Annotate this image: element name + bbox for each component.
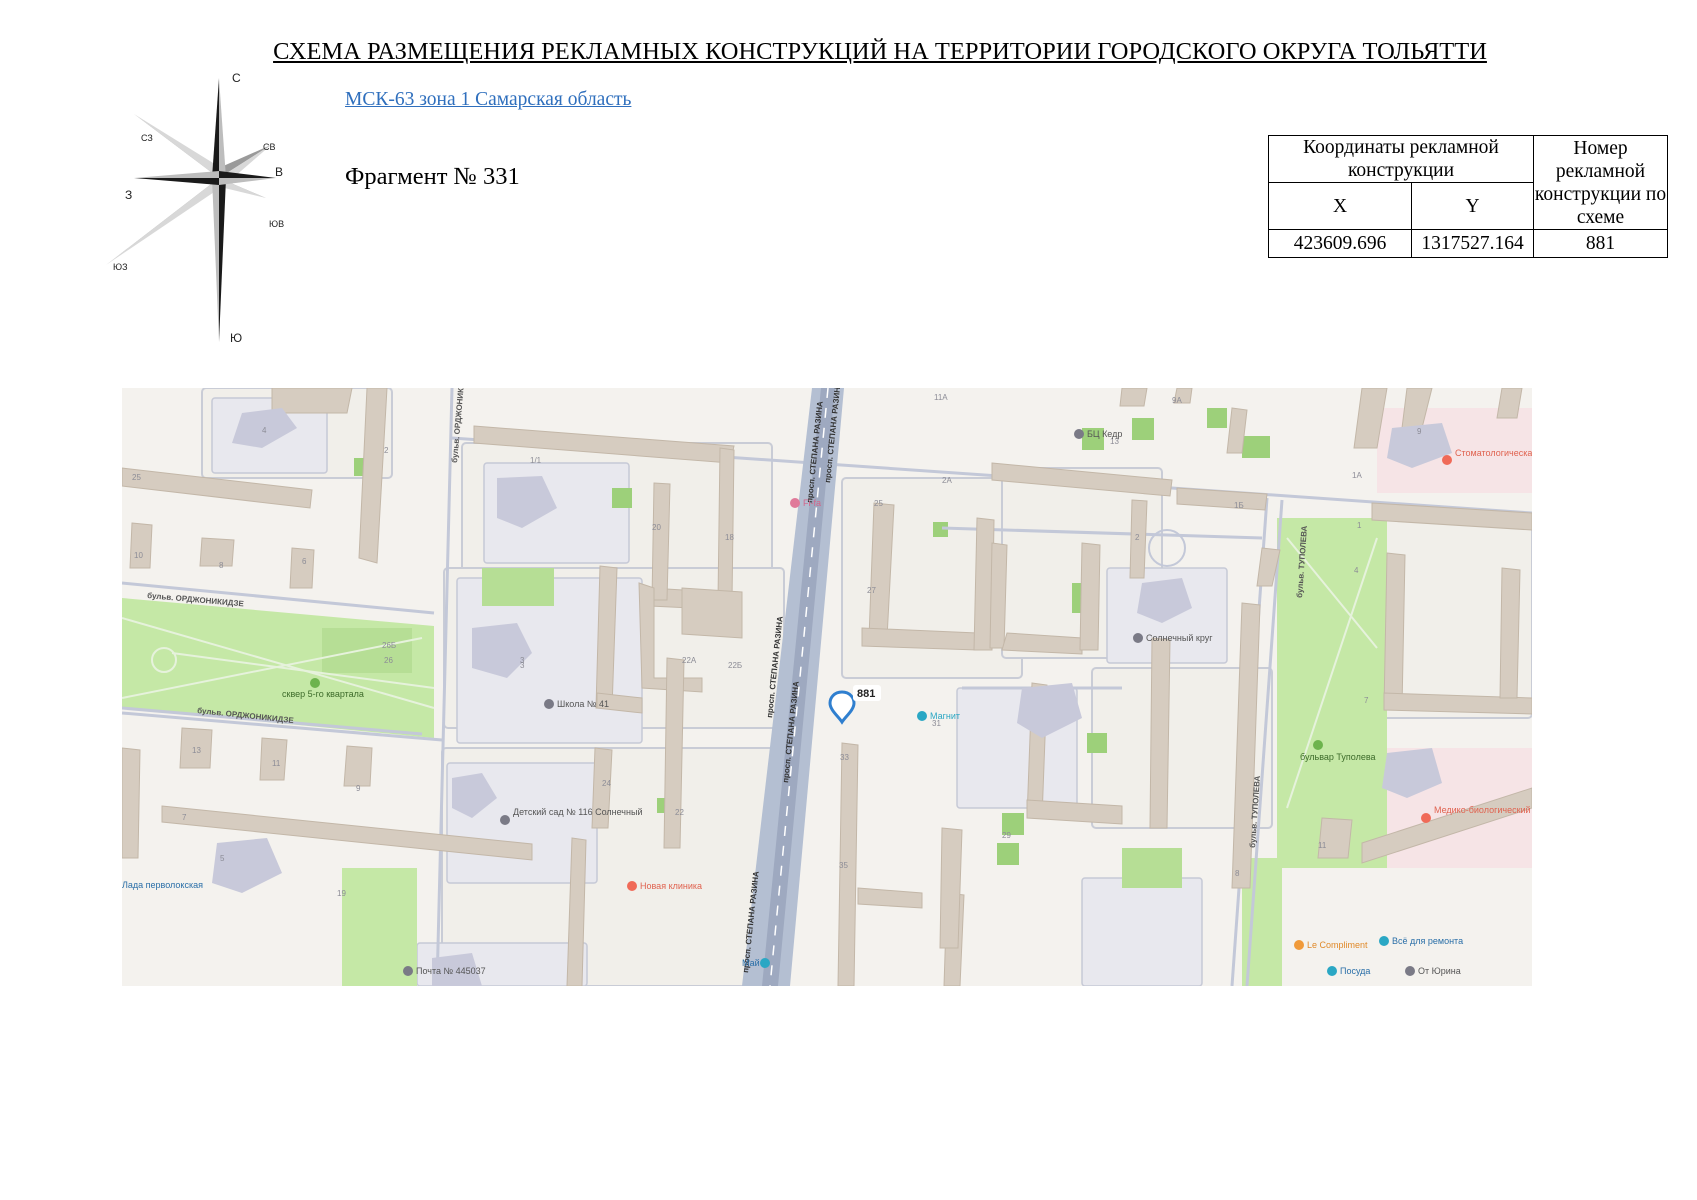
house-number: 29: [1002, 831, 1011, 840]
house-number: 11: [1318, 841, 1327, 850]
compass-rose-icon: С Ю В З СВ СЗ ЮВ ЮЗ: [106, 71, 284, 345]
house-number: 1А: [1352, 471, 1362, 480]
house-number: 22Б: [728, 661, 742, 670]
house-number: 7: [182, 813, 187, 822]
col-x-header: X: [1268, 182, 1412, 230]
poi-le-compliment: Le Compliment: [1307, 940, 1368, 950]
house-number: 25: [874, 499, 883, 508]
marker-label: 881: [857, 688, 875, 700]
compass-n-label: С: [232, 71, 241, 85]
compass-sw-label: ЮЗ: [113, 262, 128, 272]
house-number: 13: [192, 746, 201, 755]
cell-number: 881: [1533, 229, 1668, 258]
poi-school: Школа № 41: [557, 699, 609, 709]
poi-vse-dlya-remonta: Всё для ремонта: [1392, 936, 1463, 946]
poi-medbio: Медико-биологический центр: [1434, 805, 1532, 815]
poi-novaya-klinika: Новая клиника: [640, 881, 702, 891]
house-number: 2А: [942, 476, 952, 485]
poi-posuda: Посуда: [1340, 966, 1370, 976]
poi-fifa: Fi-fa: [803, 498, 821, 508]
house-number: 4: [1354, 566, 1359, 575]
cell-x: 423609.696: [1268, 229, 1412, 258]
crs-link[interactable]: МСК-63 зона 1 Самарская область: [345, 89, 631, 111]
compass-ne-label: СВ: [263, 142, 276, 152]
poi-ot-yurina: От Юрина: [1418, 966, 1461, 976]
house-number: 1Б: [1234, 501, 1244, 510]
house-number: 35: [839, 861, 848, 870]
compass-s-label: Ю: [230, 331, 242, 345]
poi-magnit: Магнит: [930, 711, 960, 721]
compass-nw-label: СЗ: [141, 133, 153, 143]
house-number: 25: [132, 473, 141, 482]
coordinates-table: Координаты рекламной конструкции Номер р…: [1268, 135, 1668, 258]
house-number: 22: [675, 808, 684, 817]
house-number: 24: [602, 779, 611, 788]
house-number: 3: [520, 656, 525, 665]
poi-skver: сквер 5-го квартала: [282, 689, 364, 699]
house-number: 11: [272, 759, 281, 768]
house-number: 7: [1364, 696, 1369, 705]
page-title: СХЕМА РАЗМЕЩЕНИЯ РЕКЛАМНЫХ КОНСТРУКЦИЙ Н…: [273, 38, 1487, 65]
house-number: 9А: [1172, 396, 1182, 405]
house-number: 2: [1135, 533, 1140, 542]
house-number: 26Б: [382, 641, 396, 650]
house-number: 1: [1357, 521, 1362, 530]
house-number: 4: [262, 426, 267, 435]
poi-lada: Лада перволокская: [122, 880, 203, 890]
map-canvas: 425108 621/1201822А22Б3131197519242226Б26…: [122, 388, 1532, 986]
house-number: 5: [220, 854, 225, 863]
number-header: Номер рекламной конструкции по схеме: [1533, 135, 1668, 230]
col-y-header: Y: [1411, 182, 1534, 230]
house-number: 19: [337, 889, 346, 898]
house-number: 18: [725, 533, 734, 542]
poi-bulvar-tupoleva: бульвар Туполева: [1300, 752, 1376, 762]
house-number: 27: [867, 586, 876, 595]
poi-bc-kedr: БЦ Кедр: [1087, 429, 1122, 439]
poi-solnechny-krug: Солнечный круг: [1146, 633, 1213, 643]
map-fragment[interactable]: 4 25 10 8 6 2 1/1 20 18 22А 22Б 3 13 11 9 7 5 19 24 22 26Б 26…: [122, 388, 1532, 986]
poi-mai: Май: [742, 958, 760, 968]
house-number: 10: [134, 551, 143, 560]
coords-header: Координаты рекламной конструкции: [1268, 135, 1534, 183]
house-number: 8: [1235, 869, 1240, 878]
house-number: 2: [384, 446, 389, 455]
poi-pochta: Почта № 445037: [416, 966, 486, 976]
house-number: 1/1: [530, 456, 542, 465]
house-number: 20: [652, 523, 661, 532]
compass-w-label: З: [125, 188, 132, 202]
house-number: 8: [219, 561, 224, 570]
compass-e-label: В: [275, 165, 283, 179]
house-number: 9: [1417, 427, 1422, 436]
cell-y: 1317527.164: [1411, 229, 1534, 258]
house-number: 11А: [934, 393, 948, 402]
poi-stomat: Стоматологическая поликлиника № 1: [1455, 448, 1532, 458]
house-number: 33: [840, 753, 849, 762]
house-number: 6: [302, 557, 307, 566]
house-number: 9: [356, 784, 361, 793]
house-number: 22А: [682, 656, 697, 665]
poi-kindergarten: Детский сад № 116 Солнечный: [513, 807, 642, 817]
compass-se-label: ЮВ: [269, 219, 284, 229]
house-number: 26: [384, 656, 393, 665]
fragment-number: Фрагмент № 331: [345, 163, 520, 190]
